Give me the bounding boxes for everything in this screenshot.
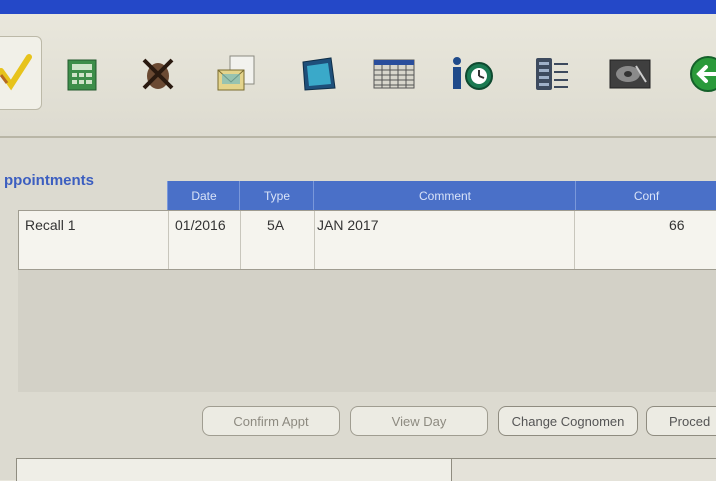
row-name: Recall 1 xyxy=(25,217,76,233)
confirm-appt-button[interactable]: Confirm Appt xyxy=(202,406,340,436)
section-title: ppointments xyxy=(4,172,94,189)
row-comment: JAN 2017 xyxy=(317,217,379,233)
column-divider xyxy=(240,211,241,269)
column-divider xyxy=(314,211,315,269)
bottom-panel-left[interactable] xyxy=(16,458,452,481)
row-conf: 66 xyxy=(669,217,685,233)
column-divider xyxy=(574,211,575,269)
toolbar-button-schedule[interactable] xyxy=(368,48,420,100)
bottom-panel-right xyxy=(452,458,716,481)
checkmark-icon xyxy=(0,54,32,91)
disk-drive-icon xyxy=(609,59,651,89)
toolbar-button-screen[interactable] xyxy=(292,48,344,100)
window-title-bar xyxy=(0,0,716,14)
row-type: 5A xyxy=(267,217,285,233)
column-header-date[interactable]: Date xyxy=(167,181,240,212)
row-date: 01/2016 xyxy=(175,217,226,233)
change-cognomen-button[interactable]: Change Cognomen xyxy=(498,406,638,436)
screen-icon xyxy=(302,57,336,91)
table-row[interactable]: Recall 1 01/2016 5A JAN 2017 66 xyxy=(18,210,716,270)
toolbar-button-check[interactable] xyxy=(0,36,42,110)
server-stack-icon xyxy=(536,58,568,90)
toolbar-button-back[interactable] xyxy=(680,48,716,100)
toolbar-button-mail[interactable] xyxy=(212,48,264,100)
toolbar-button-spreadsheet[interactable] xyxy=(56,48,108,100)
cancel-x-icon xyxy=(142,58,174,90)
procedures-button[interactable]: Proced xyxy=(646,406,716,436)
mail-envelope-icon xyxy=(217,55,255,91)
schedule-grid-icon xyxy=(373,59,415,89)
column-header-comment[interactable]: Comment xyxy=(313,181,576,212)
column-header-conf[interactable]: Conf xyxy=(575,181,716,212)
toolbar xyxy=(0,14,716,138)
view-day-button[interactable]: View Day xyxy=(350,406,488,436)
back-arrow-icon xyxy=(690,56,716,92)
toolbar-button-cancel[interactable] xyxy=(132,48,184,100)
toolbar-button-server[interactable] xyxy=(526,48,578,100)
toolbar-button-info[interactable] xyxy=(446,48,498,100)
column-header-type[interactable]: Type xyxy=(239,181,314,212)
spreadsheet-icon xyxy=(67,59,97,91)
grid-header: Date Type Comment Conf xyxy=(167,181,716,212)
column-divider xyxy=(168,211,169,269)
grid-empty-area xyxy=(18,270,716,392)
info-clock-icon xyxy=(453,57,493,90)
toolbar-button-disk[interactable] xyxy=(604,48,656,100)
